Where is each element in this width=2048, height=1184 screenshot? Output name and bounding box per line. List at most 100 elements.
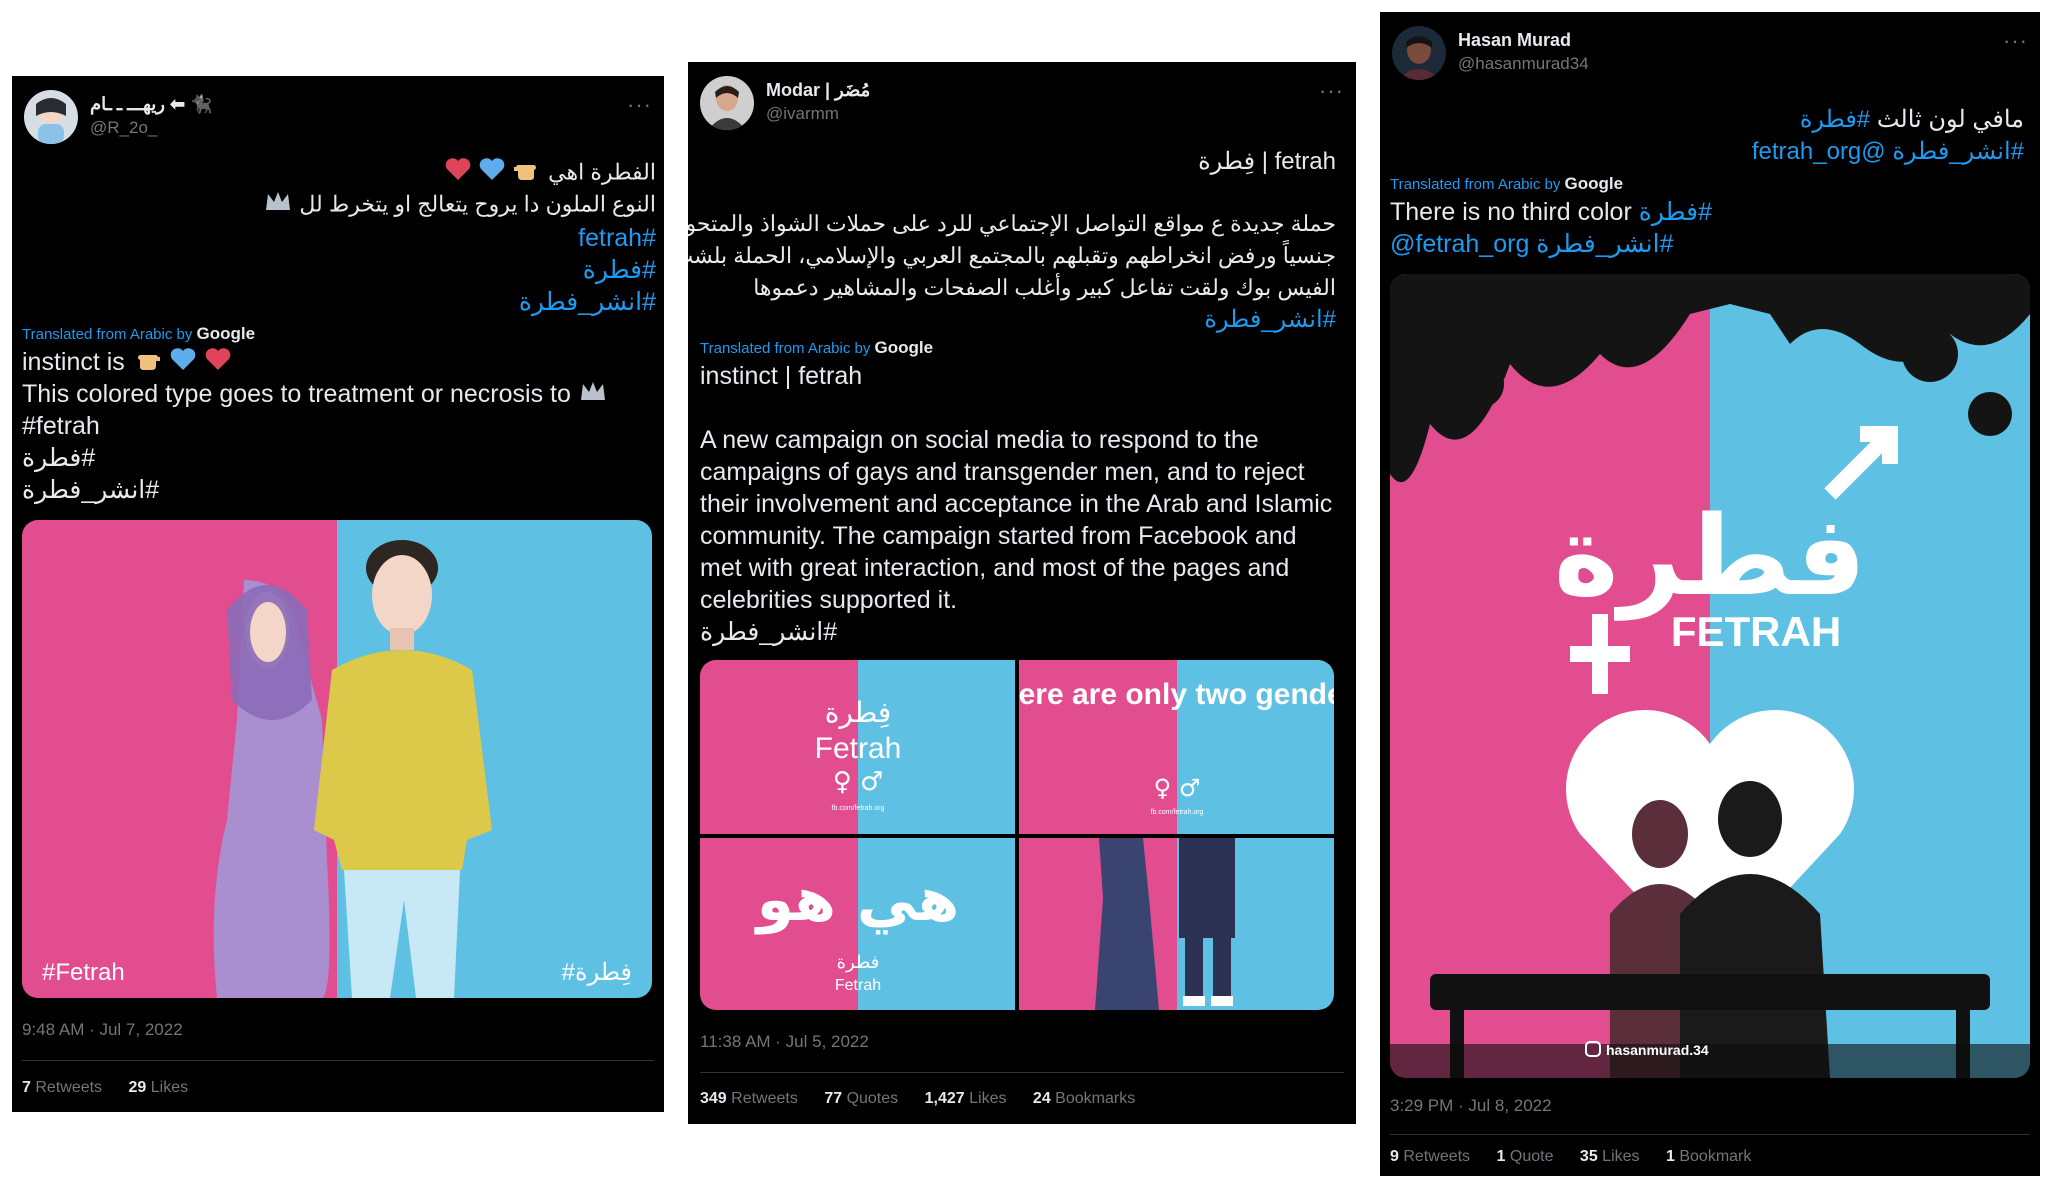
translated-line-1: There is no third color فطرة# (1390, 196, 1712, 228)
display-name[interactable]: Hasan Murad (1458, 30, 1571, 51)
likes-stat[interactable]: 29 Likes (129, 1079, 189, 1096)
hashtag-spread-fitra[interactable]: انشر_فطرة# (22, 474, 159, 506)
translated-text: There is no third color (1390, 198, 1632, 226)
bookmarks-stat[interactable]: 1 Bookmark (1666, 1148, 1751, 1165)
red-heart-icon (204, 346, 232, 380)
fetrah-logo-panel: فِطرة Fetrah ♀ ♂ fb.com/fetrah.org (700, 660, 1015, 834)
red-heart-icon (444, 156, 472, 191)
translated-text: instinct is (22, 348, 125, 376)
more-options-icon[interactable]: ··· (1319, 78, 1344, 104)
hashtag-fitra[interactable]: #فطرة (583, 254, 656, 286)
two-genders-panel: There are only two genders ♀ ♂ fb.com/fe… (1019, 660, 1334, 834)
engagement-stats: 9 Retweets 1 Quote 35 Likes 1 Bookmark (1390, 1148, 1773, 1166)
tweet-image[interactable]: فطرة FETRAH hasanmurad.34 (1390, 274, 2030, 1078)
arabic-paragraph-line-1: حملة جديدة ع مواقع التواصل الإجتماعي للر… (688, 211, 1336, 236)
fetrah-poster: فطرة FETRAH hasanmurad.34 (1390, 274, 2030, 1078)
panel-arabic-logo: فِطرة (825, 696, 891, 729)
crown-icon (578, 378, 608, 412)
user-handle[interactable]: @hasanmurad34 (1458, 54, 1589, 74)
tweet-card-3[interactable]: Hasan Murad @hasanmurad34 ··· مافي لون ث… (1380, 12, 2040, 1176)
hashtag-spread-fitra[interactable]: #انشر_فطرة (519, 286, 656, 318)
display-name[interactable]: Modar | مُضَر (766, 80, 870, 101)
image-panel-4[interactable] (1019, 838, 1334, 1010)
mention-fetrah-org[interactable]: @fetrah_org (1752, 138, 1886, 165)
likes-stat[interactable]: 35 Likes (1580, 1148, 1640, 1165)
tweet-image-grid[interactable]: فِطرة Fetrah ♀ ♂ fb.com/fetrah.org There… (700, 660, 1334, 1010)
hashtag-fetrah[interactable]: #fetrah (22, 410, 100, 442)
bookmarks-stat[interactable]: 24 Bookmarks (1033, 1090, 1135, 1107)
likes-stat[interactable]: 1,427 Likes (925, 1090, 1007, 1107)
arabic-text: النوع الملون دا يروح يتعالج او يتخرط لل (299, 191, 656, 217)
arabic-line-2: #انشر_فطرة @fetrah_org (1752, 136, 2024, 168)
arabic-paragraph-line-2: جنسياً ورفض انخراطهم وتقبلهم بالمجتمع ال… (688, 243, 1336, 268)
avatar[interactable] (24, 90, 78, 144)
user-handle[interactable]: @R_2o_ (90, 118, 157, 138)
tweet-header: Hasan Murad @hasanmurad34 ··· (1392, 24, 2028, 84)
retweets-stat[interactable]: 349 Retweets (700, 1090, 798, 1107)
divider (1390, 1134, 2030, 1135)
hashtag-spread-fitra[interactable]: #انشر_فطرة (1204, 304, 1336, 336)
quotes-stat[interactable]: 77 Quotes (824, 1090, 898, 1107)
retweets-stat[interactable]: 7 Retweets (22, 1079, 102, 1096)
image-caption-left: #Fetrah (42, 959, 125, 986)
arabic-line-1: مافي لون ثالث #فطرة (1800, 104, 2024, 136)
avatar[interactable] (1392, 26, 1446, 80)
google-logo: Google (874, 338, 934, 357)
display-name[interactable]: ريهـــ ـ ـام ⬅ 🐈‍⬛ (90, 94, 213, 115)
arabic-text: مافي لون ثالث (1876, 106, 2024, 133)
arabic-line-2: النوع الملون دا يروح يتعالج او يتخرط لل (263, 188, 656, 223)
translated-title: instinct | fetrah (700, 362, 863, 390)
panel-url: fb.com/fetrah.org (1151, 809, 1204, 816)
timestamp[interactable]: 9:48 AM · Jul 7, 2022 (22, 1020, 183, 1040)
translation-attribution[interactable]: Translated from Arabic by Google (700, 338, 933, 358)
image-panel-2[interactable]: There are only two genders ♀ ♂ fb.com/fe… (1019, 660, 1334, 834)
mention-fetrah-org[interactable]: @fetrah_org (1390, 230, 1529, 258)
poster-arabic-logo: فطرة (1554, 492, 1867, 621)
translation-attribution[interactable]: Translated from Arabic by Google (22, 324, 255, 344)
panel-url: fb.com/fetrah.org (832, 805, 885, 812)
tweet-card-2[interactable]: Modar | مُضَر @ivarmm ··· fetrah | فِطرة… (688, 62, 1356, 1124)
gender-symbols-icon: ♀ ♂ (1154, 774, 1201, 802)
couple-illustration: #Fetrah #فِطرة (22, 520, 652, 998)
engagement-stats: 349 Retweets 77 Quotes 1,427 Likes 24 Bo… (700, 1090, 1157, 1108)
translated-label: Translated from Arabic by (22, 326, 193, 343)
more-options-icon[interactable]: ··· (627, 92, 652, 118)
tweet-header: ريهـــ ـ ـام ⬅ 🐈‍⬛ @R_2o_ ··· (24, 88, 652, 148)
timestamp[interactable]: 11:38 AM · Jul 5, 2022 (700, 1032, 869, 1052)
translated-line-2: This colored type goes to treatment or n… (22, 378, 608, 412)
tweet-card-1[interactable]: ريهـــ ـ ـام ⬅ 🐈‍⬛ @R_2o_ ··· الفطرة اهي… (12, 76, 664, 1112)
retweets-stat[interactable]: 9 Retweets (1390, 1148, 1470, 1165)
quotes-stat[interactable]: 1 Quote (1497, 1148, 1554, 1165)
timestamp[interactable]: 3:29 PM · Jul 8, 2022 (1390, 1096, 1552, 1116)
couple-walking-panel (1019, 838, 1334, 1010)
hashtag-spread-fitra[interactable]: انشر_فطرة# (1536, 230, 1673, 258)
hashtag-spread-fitra[interactable]: انشر_فطرة# (700, 616, 837, 648)
hashtag-fetrah[interactable]: #fetrah (578, 222, 656, 254)
divider (700, 1072, 1344, 1073)
panel-english-logo: Fetrah (835, 977, 881, 994)
image-panel-1[interactable]: فِطرة Fetrah ♀ ♂ fb.com/fetrah.org (700, 660, 1015, 834)
google-logo: Google (1564, 174, 1624, 193)
panel-slogan: There are only two genders (1019, 678, 1334, 711)
hashtag-fitra[interactable]: فطرة# (22, 442, 95, 474)
translated-line-1: instinct is (22, 346, 232, 380)
hashtag-fitra[interactable]: فطرة# (1639, 198, 1712, 226)
pointing-hand-icon (132, 347, 162, 379)
hashtag-fitra[interactable]: #فطرة (1800, 106, 1870, 133)
panel-arabic-logo: فطرة (837, 952, 880, 973)
arabic-paragraph-line-3: الفيس بوك ولقت تفاعل كبير وأغلب الصفحات … (753, 275, 1336, 300)
translated-body: A new campaign on social media to respon… (700, 426, 1333, 614)
image-panel-3[interactable]: هي هو فطرة Fetrah (700, 838, 1015, 1010)
tweet-image[interactable]: #Fetrah #فِطرة (22, 520, 652, 998)
panel-english-logo: Fetrah (815, 732, 902, 765)
translated-text: This colored type goes to treatment or n… (22, 380, 571, 408)
translated-line-2: @fetrah_org انشر_فطرة# (1390, 228, 1673, 260)
engagement-stats: 7 Retweets 29 Likes (22, 1079, 210, 1097)
translated-label: Translated from Arabic by (700, 340, 871, 357)
more-options-icon[interactable]: ··· (2003, 28, 2028, 54)
avatar[interactable] (700, 76, 754, 130)
user-handle[interactable]: @ivarmm (766, 104, 839, 124)
divider (22, 1060, 654, 1061)
hashtag-spread-fitra[interactable]: #انشر_فطرة (1892, 138, 2024, 165)
translation-attribution[interactable]: Translated from Arabic by Google (1390, 174, 1623, 194)
